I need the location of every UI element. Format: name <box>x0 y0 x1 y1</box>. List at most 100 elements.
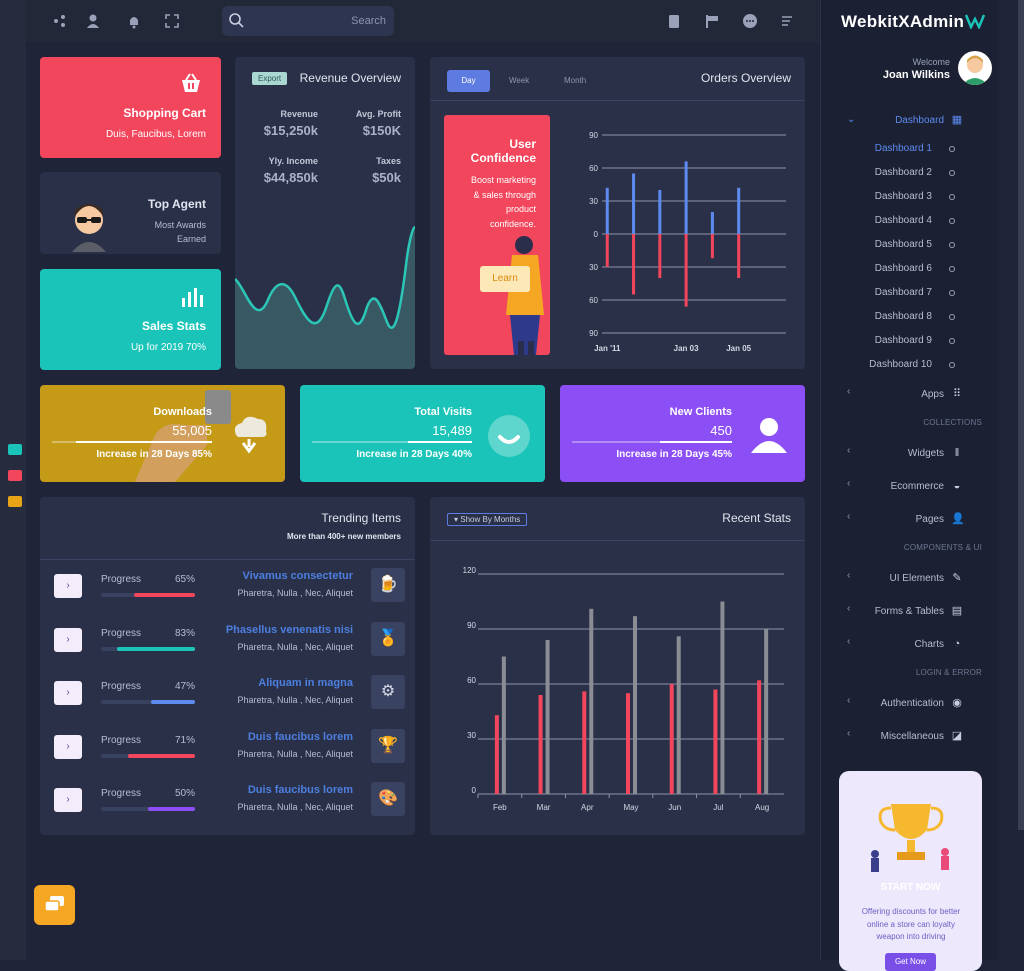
nav-dashboard-item[interactable]: Dashboard 9 <box>875 335 932 346</box>
nav-dashboard-item[interactable]: Dashboard 6 <box>875 263 932 274</box>
chat-icon[interactable] <box>742 13 758 29</box>
nav-dot-icon <box>949 194 955 200</box>
person-icon: 👤 <box>951 513 965 525</box>
bar <box>684 161 688 234</box>
top-agent-card[interactable]: Top Agent Most Awards Earned <box>40 172 221 254</box>
nav-dashboard-item[interactable]: Dashboard 7 <box>875 287 932 298</box>
card-title: Downloads <box>153 406 212 418</box>
bar <box>737 187 741 234</box>
show-by-months-filter[interactable]: ▾ Show By Months <box>447 513 528 526</box>
card-footer: Increase in 28 Days 45% <box>616 449 732 460</box>
woman-illustration <box>506 236 544 355</box>
tab-month[interactable]: Month <box>564 76 586 85</box>
trophy-icon: 🏆 <box>371 728 405 763</box>
flag-icon[interactable] <box>704 13 720 29</box>
bell-icon[interactable] <box>126 13 142 29</box>
item-title[interactable]: Aliquam in magna <box>258 677 353 689</box>
y-tick-label: 90 <box>467 621 476 630</box>
sales-stats-card[interactable]: Sales Stats Up for 2019 70% <box>40 269 221 370</box>
card-title: Revenue Overview <box>299 71 401 85</box>
nav-dot-icon <box>949 170 955 176</box>
user-icon[interactable] <box>85 13 101 29</box>
nav-widgets[interactable]: Widgets <box>908 448 944 459</box>
expand-button[interactable]: › <box>54 627 82 652</box>
nav-miscellaneous[interactable]: Miscellaneous <box>881 731 944 742</box>
nav-ui-elements[interactable]: UI Elements <box>890 573 944 584</box>
smile-icon <box>488 415 530 457</box>
share-icon[interactable] <box>52 13 68 29</box>
chevron-left-icon: ‹ <box>847 636 851 647</box>
section-collections: COLLECTIONS <box>923 418 982 427</box>
nav-dashboard-item[interactable]: Dashboard 4 <box>875 215 932 226</box>
x-tick-label: Apr <box>581 803 594 812</box>
folder-icon[interactable] <box>8 496 22 507</box>
progress-fill <box>150 700 195 704</box>
nav-dot-icon <box>949 290 955 296</box>
nav-dashboard-item[interactable]: Dashboard 1 <box>875 143 932 154</box>
progress-label: Progress <box>101 734 142 746</box>
chevron-down-icon: ⌄ <box>847 114 856 125</box>
bar <box>713 689 718 794</box>
learn-button[interactable]: Learn <box>480 266 530 292</box>
progress-percent: 47% <box>174 681 195 692</box>
beer-icon: 🍺 <box>371 568 405 602</box>
item-subtitle: Pharetra, Nulla , Nec, Aliquet <box>237 748 353 759</box>
nav-dashboard-item[interactable]: Dashboard 5 <box>875 239 932 250</box>
bar <box>626 693 630 794</box>
avatar[interactable] <box>958 51 992 85</box>
item-title[interactable]: Duis faucibus lorem <box>248 784 353 796</box>
bar <box>605 187 609 234</box>
progress-label: Progress <box>101 574 142 585</box>
nav-forms-tables[interactable]: Forms & Tables <box>875 606 944 617</box>
clipboard-icon[interactable] <box>666 13 682 29</box>
document-icon: ▤ <box>951 605 963 617</box>
new-clients-card[interactable]: New Clients 450 Increase in 28 Days 45% <box>560 385 805 482</box>
brand-text: WebkitXAdmin <box>841 12 965 31</box>
promo-text: Boost marketing & sales through product … <box>470 175 536 229</box>
nav-dashboard-item[interactable]: Dashboard 8 <box>875 311 932 322</box>
nav-dashboard-item[interactable]: Dashboard 10 <box>869 359 932 370</box>
nav-charts[interactable]: Charts <box>915 639 944 650</box>
grid-icon: ▦ <box>951 114 963 126</box>
chat-fab[interactable] <box>34 885 75 925</box>
gear-icon: ⚙ <box>371 675 405 709</box>
x-tick-label: Jun <box>668 803 681 812</box>
scrollbar[interactable] <box>1018 0 1024 830</box>
x-tick-label: Jul <box>713 803 723 812</box>
total-visits-card[interactable]: Total Visits 15,489 Increase in 28 Days … <box>300 385 545 482</box>
nav-dashboard-item[interactable]: Dashboard 2 <box>875 167 932 178</box>
basket-icon <box>179 71 203 95</box>
card-subtitle: More than 400+ new members <box>286 532 401 541</box>
downloads-card[interactable]: Downloads 55,005 Increase in 28 Days 85% <box>40 385 285 482</box>
fullscreen-icon[interactable] <box>164 13 180 29</box>
agent-avatar <box>68 196 110 252</box>
nav-pages[interactable]: Pages <box>916 514 944 525</box>
expand-button[interactable]: › <box>54 681 82 705</box>
search-box[interactable]: Search <box>222 6 394 36</box>
nav-dashboard[interactable]: Dashboard <box>895 115 944 126</box>
nav-apps[interactable]: Apps <box>921 389 944 400</box>
nav-dashboard-item[interactable]: Dashboard 3 <box>875 191 932 202</box>
promo-button[interactable]: Get Now <box>885 953 936 971</box>
progress-percent: 50% <box>174 788 195 799</box>
chevron-left-icon: ‹ <box>847 511 851 522</box>
item-title[interactable]: Duis faucibus lorem <box>248 731 353 743</box>
tab-day[interactable]: Day <box>447 70 490 92</box>
nav-authentication[interactable]: Authentication <box>881 698 944 709</box>
card-subtitle: Up for 2019 70% <box>130 342 206 353</box>
expand-button[interactable]: › <box>54 574 82 598</box>
gallery-icon[interactable] <box>8 470 22 481</box>
tab-week[interactable]: Week <box>509 76 529 85</box>
menu-icon[interactable] <box>779 13 795 29</box>
nav-ecommerce[interactable]: Ecommerce <box>891 481 944 492</box>
item-title[interactable]: Vivamus consectetur <box>243 570 353 582</box>
shopping-cart-card[interactable]: Shopping Cart Duis, Faucibus, Lorem <box>40 57 221 158</box>
expand-button[interactable]: › <box>54 788 82 812</box>
card-title: New Clients <box>669 406 732 418</box>
recent-stats-card: ▾ Show By Months Recent Stats 0 30 60 90 120… <box>430 497 805 835</box>
camera-icon[interactable] <box>8 444 22 455</box>
item-title[interactable]: Phasellus venenatis nisi <box>226 624 353 636</box>
expand-button[interactable]: › <box>54 734 82 759</box>
export-badge[interactable]: Export <box>252 72 288 85</box>
nav-dot-icon <box>949 362 955 368</box>
